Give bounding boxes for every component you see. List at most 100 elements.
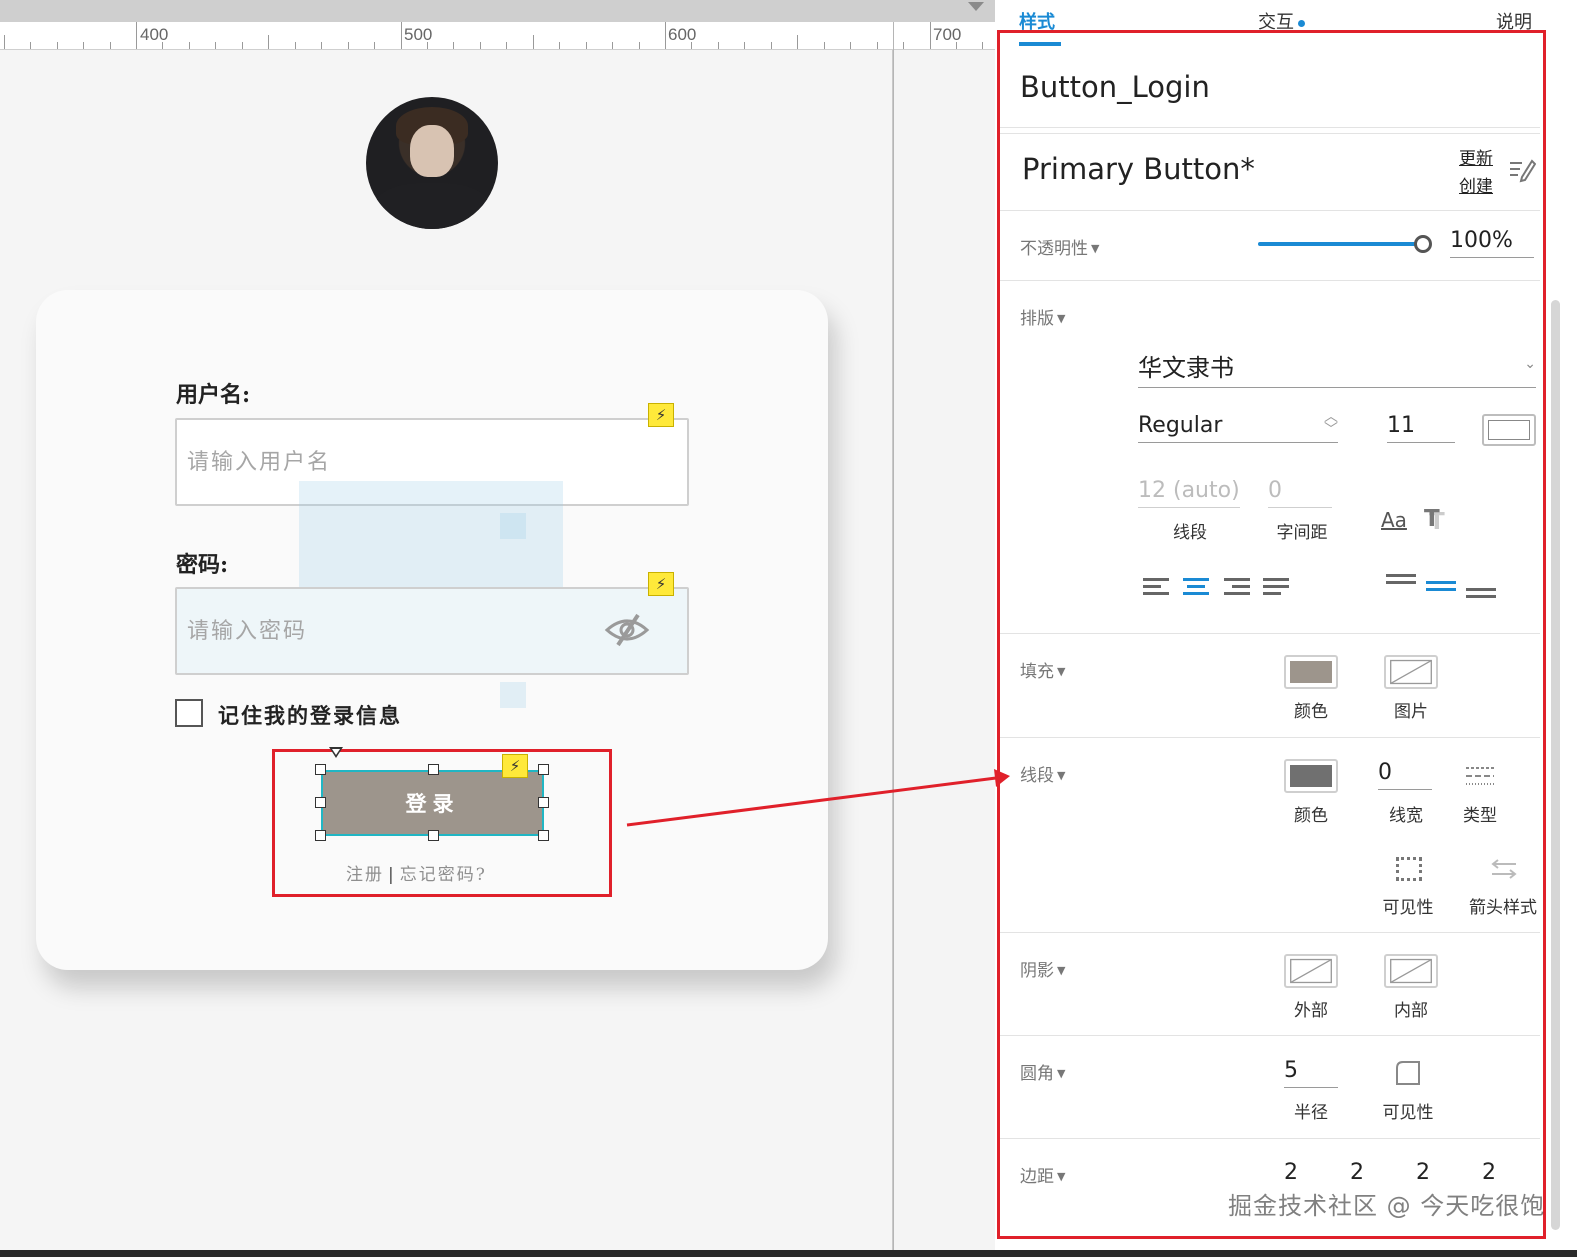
ruler-tick (268, 35, 269, 49)
corner-label[interactable]: 圆角 ▼ (1020, 1059, 1065, 1084)
forgot-password-link[interactable]: 忘记密码? (400, 865, 487, 885)
text-case-icon[interactable]: Aa (1381, 508, 1407, 532)
valign-top-icon[interactable] (1386, 574, 1416, 592)
arrow-style-label: 箭头样式 (1469, 898, 1537, 918)
valign-bottom-icon[interactable] (1466, 588, 1496, 606)
panel-scrollbar[interactable] (1551, 300, 1560, 1230)
resize-handle[interactable] (538, 797, 549, 808)
font-size-input[interactable]: 11 (1387, 413, 1455, 443)
char-spacing-input[interactable]: 0 (1268, 478, 1332, 508)
padding-label[interactable]: 边距 ▼ (1020, 1162, 1065, 1187)
opacity-slider[interactable] (1258, 242, 1422, 246)
padding-top-input[interactable]: 2 (1350, 1160, 1390, 1189)
resize-handle[interactable] (538, 764, 549, 775)
ruler-tick (189, 42, 190, 49)
typography-label-text: 排版 (1020, 309, 1054, 329)
align-right-icon[interactable] (1224, 578, 1250, 596)
update-style-link[interactable]: 更新 (1459, 144, 1493, 169)
typography-label[interactable]: 排版 ▼ (1020, 304, 1065, 329)
font-weight-value: Regular (1138, 413, 1223, 438)
inner-shadow-icon[interactable] (1384, 954, 1438, 988)
ruler-tick (374, 42, 375, 49)
resize-handle[interactable] (315, 830, 326, 841)
corner-visibility-icon[interactable] (1395, 1060, 1421, 1086)
opacity-label[interactable]: 不透明性 ▼ (1020, 234, 1099, 259)
resize-handle[interactable] (315, 797, 326, 808)
style-name-dropdown[interactable]: Primary Button* (1022, 152, 1255, 186)
corner-visibility-label: 可见性 (1382, 1103, 1434, 1123)
divider (1000, 633, 1540, 634)
tab-notes[interactable]: 说明 (1496, 8, 1532, 34)
font-color-swatch[interactable] (1482, 414, 1536, 446)
divider (1000, 737, 1540, 738)
fill-label-text: 填充 (1020, 662, 1054, 682)
tab-style[interactable]: 样式 (1019, 8, 1055, 34)
canvas-boundary-line (893, 22, 894, 1250)
corner-radius-input[interactable]: 5 (1284, 1058, 1338, 1088)
arrow-style-icon[interactable] (1490, 857, 1518, 881)
border-visibility-icon[interactable] (1396, 857, 1422, 881)
resize-handle[interactable] (428, 764, 439, 775)
fill-color-label: 颜色 (1294, 702, 1328, 722)
remember-label: 记住我的登录信息 (218, 703, 402, 728)
padding-left-input[interactable]: 2 (1284, 1160, 1324, 1189)
align-justify-icon[interactable] (1263, 578, 1289, 596)
ruler-dropdown-icon[interactable] (968, 2, 984, 11)
interaction-bolt-icon[interactable]: ⚡ (648, 403, 674, 427)
tab-interaction[interactable]: 交互 (1258, 8, 1305, 34)
resize-handle[interactable] (315, 764, 326, 775)
padding-right-input[interactable]: 2 (1416, 1160, 1456, 1189)
border-label[interactable]: 线段 ▼ (1020, 761, 1065, 786)
ruler-tick (718, 42, 719, 49)
resize-handle[interactable] (538, 830, 549, 841)
widget-name-field[interactable]: Button_Login (1020, 70, 1210, 104)
align-center-icon[interactable] (1183, 578, 1209, 596)
create-style-link[interactable]: 创建 (1459, 172, 1493, 197)
ruler-tick (4, 35, 5, 49)
ruler-tick (348, 42, 349, 49)
fill-color-swatch[interactable] (1284, 655, 1338, 689)
align-left-icon[interactable] (1143, 578, 1169, 596)
login-button[interactable]: 登录 (321, 770, 544, 836)
resize-handle[interactable] (428, 830, 439, 841)
opacity-slider-knob[interactable] (1414, 235, 1432, 253)
modified-dot-icon (1298, 19, 1305, 27)
ruler-tick (956, 42, 957, 49)
shadow-label[interactable]: 阴影 ▼ (1020, 956, 1065, 981)
opacity-value-input[interactable]: 100% (1450, 228, 1534, 258)
padding-bottom-input[interactable]: 2 (1482, 1160, 1522, 1189)
fill-image-icon[interactable] (1384, 655, 1438, 689)
remember-checkbox[interactable] (175, 699, 203, 727)
edit-style-icon[interactable] (1508, 157, 1536, 183)
font-weight-select[interactable]: Regular ︿ ﹀ (1138, 410, 1338, 443)
divider (1000, 932, 1540, 933)
interaction-bolt-icon[interactable]: ⚡ (648, 572, 674, 596)
watermark-text: 掘金技术社区 @ 今天吃很饱 (1228, 1192, 1546, 1220)
ruler-tick (903, 42, 904, 49)
font-family-select[interactable]: 华文隶书 ⌄ (1138, 348, 1536, 388)
interaction-bolt-icon[interactable]: ⚡ (502, 754, 528, 778)
border-color-swatch[interactable] (1284, 759, 1338, 793)
ruler-tick (586, 42, 587, 49)
ruler-tick (136, 22, 137, 49)
border-width-input[interactable]: 0 (1378, 760, 1432, 790)
ruler-tick (401, 22, 402, 49)
avatar-image[interactable] (366, 97, 498, 229)
valign-middle-icon[interactable] (1426, 581, 1456, 599)
text-shadow-icon[interactable]: T (1424, 506, 1440, 532)
register-link[interactable]: 注册 (346, 865, 384, 885)
ruler-tick (453, 42, 454, 49)
border-type-icon[interactable] (1466, 765, 1494, 787)
fill-label[interactable]: 填充 ▼ (1020, 657, 1065, 682)
password-label: 密码: (176, 552, 229, 578)
username-placeholder: 请输入用户名 (187, 450, 332, 475)
ruler-label-400: 400 (140, 25, 169, 44)
ruler-tick (110, 42, 111, 49)
ruler-tick (215, 42, 216, 49)
line-spacing-input[interactable]: 12 (auto) (1138, 478, 1240, 508)
eye-hidden-icon[interactable] (604, 612, 650, 648)
outer-shadow-icon[interactable] (1284, 954, 1338, 988)
username-label: 用户名: (176, 382, 251, 408)
bottom-status-strip (0, 1250, 1577, 1257)
divider (1000, 1138, 1540, 1139)
